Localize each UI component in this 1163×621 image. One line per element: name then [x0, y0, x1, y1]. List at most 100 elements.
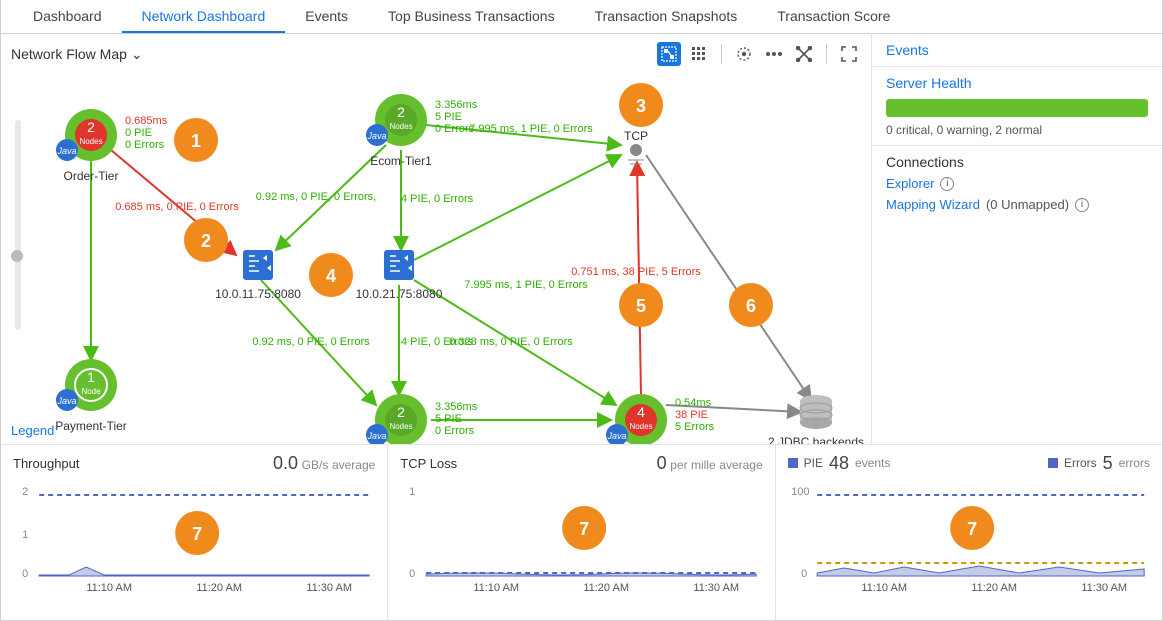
node-payment-tier[interactable]: 1 Node Java Payment-Tier — [55, 359, 127, 433]
callout-6: 6 — [729, 283, 773, 327]
svg-text:Nodes: Nodes — [629, 422, 652, 431]
svg-text:6: 6 — [746, 296, 756, 316]
stat: 5 PIE — [435, 413, 462, 425]
tab-snapshots[interactable]: Transaction Snapshots — [575, 0, 758, 33]
info-icon[interactable]: i — [940, 177, 954, 191]
tab-events[interactable]: Events — [285, 0, 368, 33]
svg-text:7: 7 — [192, 524, 202, 544]
pie-errors-chart: 100 0 11:10 AM 11:20 AM 11:30 AM 7 — [788, 473, 1150, 593]
chevron-down-icon: ⌄ — [131, 46, 143, 63]
svg-text:11:30 AM: 11:30 AM — [694, 582, 740, 593]
info-icon[interactable]: i — [1075, 198, 1089, 212]
chart-title: Throughput — [13, 456, 80, 471]
edge-label: 0.328 ms, 0 PIE, 0 Errors — [449, 336, 573, 348]
svg-text:1: 1 — [191, 131, 201, 151]
svg-text:7: 7 — [967, 519, 977, 539]
edge-label: 7.995 ms, 1 PIE, 0 Errors — [469, 123, 593, 135]
flowmap-toolbar — [657, 42, 861, 66]
svg-text:Order-Tier: Order-Tier — [64, 169, 119, 183]
svg-text:2: 2 — [22, 486, 28, 498]
legend-pie: PIE 48 events — [788, 453, 891, 474]
node-router2[interactable]: 10.0.21.75:8080 — [356, 250, 443, 301]
callout-1: 1 — [174, 118, 218, 162]
node-ecom-tier2[interactable]: 2 Nodes Java Ecom-Tier2 — [366, 394, 432, 444]
svg-text:2: 2 — [397, 404, 405, 420]
svg-text:11:10 AM: 11:10 AM — [861, 582, 907, 593]
svg-text:11:30 AM: 11:30 AM — [1081, 582, 1127, 593]
sidebar-server-health[interactable]: Server Health — [886, 75, 1148, 91]
svg-text:10.0.11.75:8080: 10.0.11.75:8080 — [215, 287, 301, 301]
view-grid-icon[interactable] — [687, 42, 711, 66]
node-jdbc[interactable]: 2 JDBC backends — [768, 395, 864, 444]
sidebar-events[interactable]: Events — [886, 42, 1148, 58]
stat: 5 PIE — [435, 111, 462, 123]
svg-text:5: 5 — [636, 296, 646, 316]
svg-text:11:10 AM: 11:10 AM — [474, 582, 520, 593]
chart-title: TCP Loss — [400, 456, 457, 471]
svg-text:Node: Node — [81, 387, 101, 396]
node-ecom-tier1[interactable]: 2 Nodes Java Ecom-Tier1 — [366, 94, 432, 168]
layout-linear-icon[interactable] — [762, 42, 786, 66]
legend-errors: Errors 5 errors — [1048, 453, 1150, 474]
agg: average — [332, 458, 375, 472]
layout-auto-icon[interactable] — [732, 42, 756, 66]
svg-text:2: 2 — [87, 119, 95, 135]
tcploss-value: 0 — [657, 453, 667, 473]
edge-label: 0.92 ms, 0 PIE, 0 Errors — [252, 336, 370, 348]
stat: 0 PIE — [125, 127, 152, 139]
svg-text:11:20 AM: 11:20 AM — [584, 582, 630, 593]
node-order-tier[interactable]: 2 Nodes Java Order-Tier — [56, 109, 118, 183]
svg-text:Ecom-Tier1: Ecom-Tier1 — [370, 154, 432, 168]
tab-score[interactable]: Transaction Score — [757, 0, 910, 33]
stat: 3.356ms — [435, 99, 478, 111]
stat: 5 Errors — [675, 421, 715, 433]
svg-text:Java: Java — [366, 131, 386, 141]
svg-text:1: 1 — [22, 529, 28, 541]
node-router1[interactable]: 10.0.11.75:8080 — [215, 250, 301, 301]
svg-text:1: 1 — [409, 486, 415, 498]
stat: 38 PIE — [675, 409, 708, 421]
stat: 0 Errors — [125, 139, 165, 151]
flowmap-title-dropdown[interactable]: Network Flow Map ⌄ — [11, 46, 143, 63]
stat: 3.356ms — [435, 401, 478, 413]
svg-text:Java: Java — [606, 431, 626, 441]
svg-text:2: 2 — [397, 104, 405, 120]
tab-dashboard[interactable]: Dashboard — [13, 0, 122, 33]
node-tcp[interactable]: TCP — [624, 129, 648, 164]
fullscreen-icon[interactable] — [837, 42, 861, 66]
layout-cross-icon[interactable] — [792, 42, 816, 66]
svg-text:11:10 AM: 11:10 AM — [86, 582, 132, 593]
svg-text:11:30 AM: 11:30 AM — [306, 582, 352, 593]
callout-2: 2 — [184, 218, 228, 262]
svg-text:11:20 AM: 11:20 AM — [196, 582, 242, 593]
tab-network[interactable]: Network Dashboard — [122, 0, 286, 33]
svg-text:0: 0 — [22, 568, 28, 580]
health-bar — [886, 99, 1148, 117]
svg-text:Java: Java — [366, 431, 386, 441]
health-text: 0 critical, 0 warning, 2 normal — [886, 123, 1148, 137]
view-flow-icon[interactable] — [657, 42, 681, 66]
svg-text:Payment-Tier: Payment-Tier — [55, 419, 127, 433]
svg-text:Nodes: Nodes — [79, 137, 102, 146]
tab-top-bt[interactable]: Top Business Transactions — [368, 0, 575, 33]
stat: 0 Errors — [435, 425, 475, 437]
svg-text:11:20 AM: 11:20 AM — [971, 582, 1017, 593]
stat: 0.685ms — [125, 115, 168, 127]
svg-text:10.0.21.75:8080: 10.0.21.75:8080 — [356, 287, 443, 301]
edge-label: 7.995 ms, 1 PIE, 0 Errors — [464, 279, 588, 291]
svg-text:Java: Java — [56, 146, 76, 156]
link-mapping-wizard[interactable]: Mapping Wizard (0 Unmapped) i — [886, 197, 1148, 212]
link-explorer[interactable]: Explorer i — [886, 176, 1148, 191]
svg-text:3: 3 — [636, 96, 646, 116]
edge-label: 0.751 ms, 38 PIE, 5 Errors — [571, 266, 701, 278]
node-inventory-tier[interactable]: 4 Nodes Java Inventory-Tier — [604, 394, 678, 444]
svg-text:2 JDBC backends: 2 JDBC backends — [768, 435, 864, 444]
throughput-chart: 2 1 0 11:10 AM 11:20 AM 11:30 AM 7 — [13, 473, 375, 593]
stat: 0 Errors — [435, 123, 475, 135]
svg-text:100: 100 — [791, 486, 809, 498]
svg-text:Nodes: Nodes — [389, 422, 412, 431]
sidebar-connections-title: Connections — [886, 154, 1148, 170]
svg-text:Java: Java — [56, 396, 76, 406]
svg-text:0: 0 — [409, 568, 415, 580]
throughput-value: 0.0 — [273, 453, 298, 473]
